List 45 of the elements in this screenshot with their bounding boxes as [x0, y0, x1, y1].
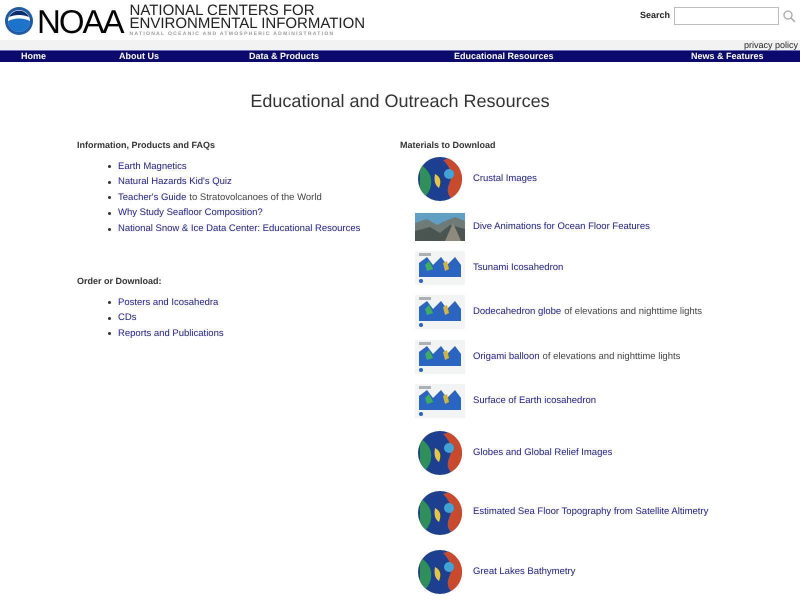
section-heading: Information, Products and FAQs: [77, 139, 216, 151]
description-text: to Stratovolcanoes of the World: [189, 190, 322, 205]
resource-link[interactable]: Dodecahedron globe: [473, 305, 562, 320]
logo-text: NOAA: [37, 4, 123, 38]
resource-link[interactable]: Great Lakes Bathymetry: [473, 564, 576, 579]
resource-link[interactable]: Surface of Earth icosahedron: [473, 394, 596, 408]
privacy-link[interactable]: privacy policy: [744, 40, 798, 50]
nav-link[interactable]: About Us: [119, 51, 159, 62]
search-field[interactable]: [674, 7, 779, 25]
resource-link[interactable]: Estimated Sea Floor Topography from Satellite Altimetry: [473, 505, 708, 520]
resource-link[interactable]: Origami balloon: [473, 350, 540, 364]
bullet-icon: [108, 180, 111, 184]
site-title: NATIONAL CENTERS FOR: [130, 4, 315, 17]
logo-icon: [4, 6, 34, 36]
resource-link[interactable]: CDs: [118, 311, 136, 326]
resource-link[interactable]: Globes and Global Relief Images: [473, 446, 612, 460]
section-heading: Materials to Download: [400, 139, 496, 151]
nav-link[interactable]: Data & Products: [249, 51, 320, 62]
nav-link[interactable]: Home: [21, 51, 46, 62]
search-label: Search: [640, 9, 670, 22]
bullet-icon: [108, 212, 111, 216]
description-text: of elevations and nighttime lights: [542, 350, 680, 364]
bullet-icon: [108, 165, 111, 168]
section-heading: Order or Download:: [77, 274, 162, 287]
nav-link[interactable]: Educational Resources: [454, 51, 554, 62]
bullet-icon: [108, 228, 111, 231]
bullet-icon: [108, 196, 111, 200]
resource-link[interactable]: National Snow & Ice Data Center: Educational Resources: [118, 222, 360, 236]
bullet-icon: [108, 301, 111, 304]
search-icon[interactable]: [783, 10, 796, 22]
site-title: ENVIRONMENTAL INFORMATION: [130, 17, 366, 30]
resource-link[interactable]: Reports and Publications: [118, 326, 224, 342]
resource-link[interactable]: Dive Animations for Ocean Floor Features: [473, 220, 650, 234]
resource-link[interactable]: Crustal Images: [473, 172, 537, 186]
description-text: of elevations and nighttime lights: [564, 305, 702, 320]
resource-link[interactable]: Natural Hazards Kid's Quiz: [118, 175, 232, 190]
resource-link[interactable]: Tsunami Icosahedron: [473, 260, 564, 275]
nav-link[interactable]: News & Features: [691, 51, 764, 62]
resource-link[interactable]: Teacher's Guide: [118, 190, 186, 206]
bullet-icon: [108, 316, 111, 320]
resource-link[interactable]: Earth Magnetics: [118, 160, 187, 174]
resource-link[interactable]: Why Study Seafloor Composition?: [118, 206, 263, 221]
resource-link[interactable]: Posters and Icosahedra: [118, 296, 218, 310]
bullet-icon: [108, 332, 111, 336]
page-title: Educational and Outreach Resources: [250, 90, 550, 113]
